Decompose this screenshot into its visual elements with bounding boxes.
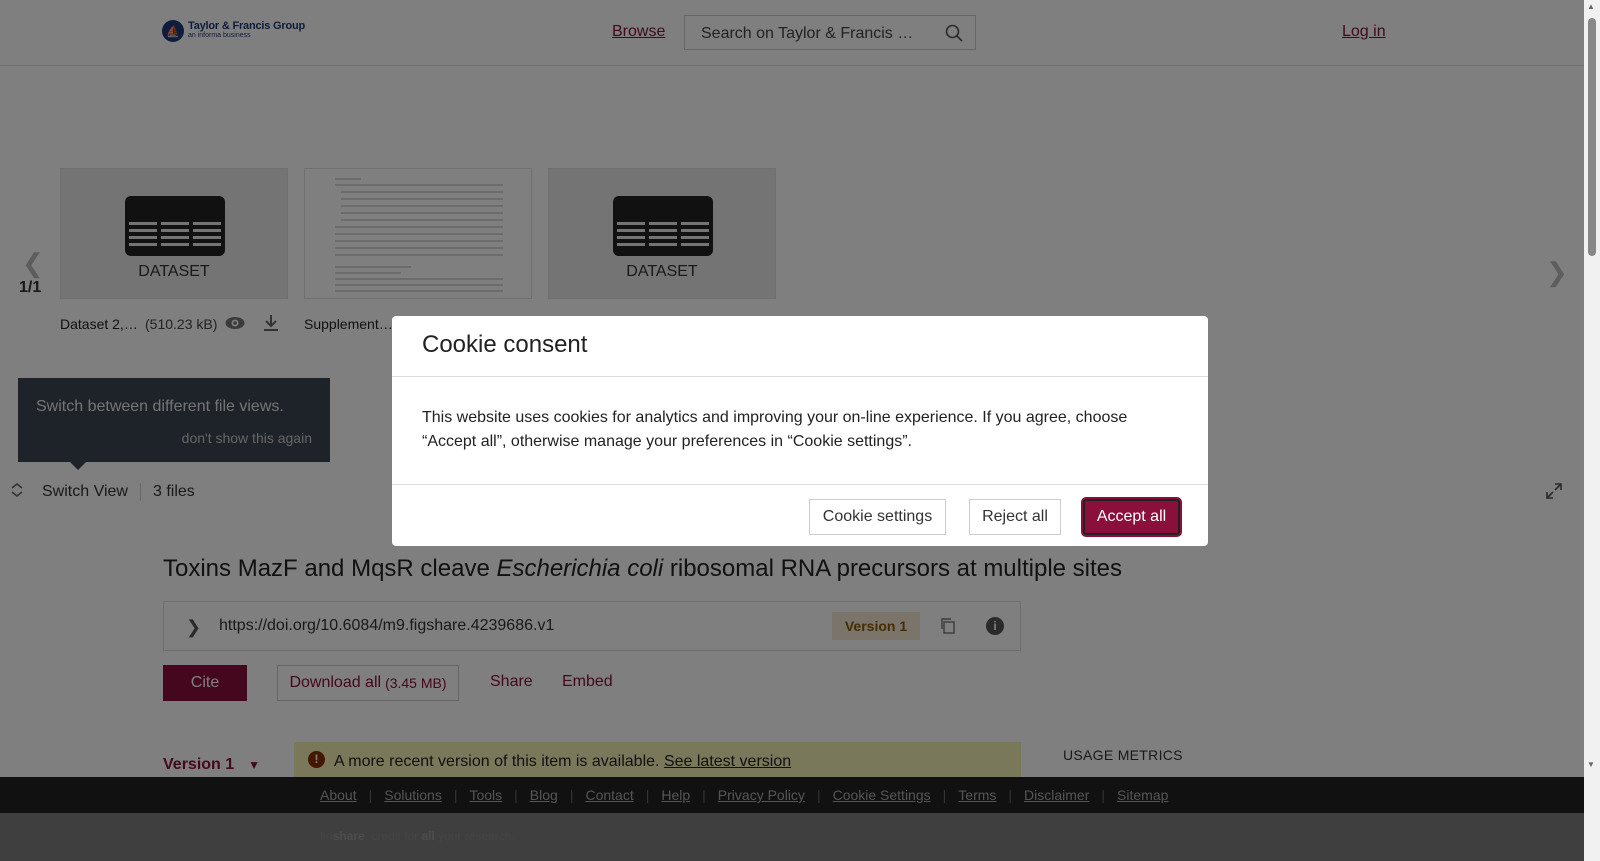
scroll-up-icon[interactable]: ▲ [1587,2,1595,11]
scrollbar-thumb[interactable] [1588,18,1596,256]
scroll-down-icon[interactable]: ▼ [1587,760,1595,769]
scrollbar[interactable]: ▲ ▼ [1584,0,1600,861]
cookie-settings-button[interactable]: Cookie settings [809,499,946,535]
dialog-body: This website uses cookies for analytics … [422,409,1128,450]
accept-all-button[interactable]: Accept all [1083,499,1180,535]
cookie-consent-dialog: Cookie consent This website uses cookies… [392,316,1208,546]
dialog-header: Cookie consent [392,316,1208,377]
reject-all-button[interactable]: Reject all [969,499,1061,535]
dialog-footer: Cookie settings Reject all Accept all [392,484,1208,546]
dialog-title: Cookie consent [422,331,588,358]
